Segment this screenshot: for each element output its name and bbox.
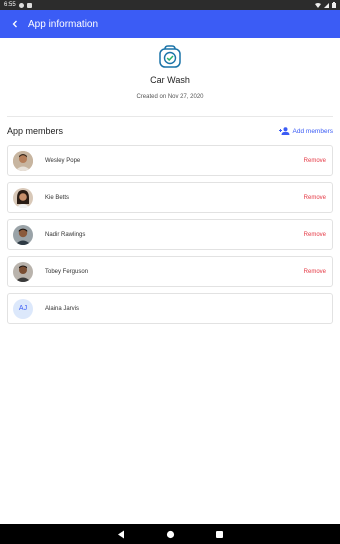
member-name: Wesley Pope	[45, 157, 81, 164]
storage-icon	[26, 2, 32, 8]
members-header: App members Add members	[7, 124, 333, 138]
add-members-button[interactable]: Add members	[278, 127, 333, 135]
remove-button[interactable]: Remove	[304, 269, 326, 275]
person-photo-icon	[13, 187, 33, 208]
home-circle-icon[interactable]	[166, 530, 175, 539]
member-name: Kie Betts	[45, 194, 70, 201]
status-time: 6:55	[4, 2, 16, 8]
member-row[interactable]: AJ Alaina Jarvis	[7, 293, 333, 324]
battery-icon	[332, 2, 336, 8]
avatar	[13, 224, 33, 245]
remove-button[interactable]: Remove	[304, 158, 326, 164]
divider	[7, 116, 333, 117]
navigation-bar	[0, 524, 340, 544]
avatar-initials: AJ	[13, 298, 33, 319]
member-name: Nadir Rawlings	[45, 231, 86, 238]
remove-button[interactable]: Remove	[304, 195, 326, 201]
wifi-icon	[315, 2, 321, 8]
app-bar: App information	[0, 10, 340, 38]
person-photo-icon	[13, 150, 33, 171]
member-name: Tobey Ferguson	[45, 268, 89, 275]
avatar	[13, 261, 33, 282]
recents-square-icon[interactable]	[215, 530, 224, 539]
add-members-label: Add members	[292, 127, 333, 135]
avatar	[13, 187, 33, 208]
created-date: Created on Nov 27, 2020	[136, 94, 204, 100]
status-bar: 6:55	[0, 0, 340, 10]
car-wash-app-icon	[159, 45, 181, 68]
member-row[interactable]: Wesley Pope Remove	[7, 145, 333, 176]
member-list: Wesley Pope Remove Kie Betts Remove Nadi…	[7, 145, 333, 330]
add-person-icon	[278, 127, 290, 135]
member-row[interactable]: Tobey Ferguson Remove	[7, 256, 333, 287]
avatar	[13, 150, 33, 171]
page-title: App information	[28, 18, 99, 30]
member-name: Alaina Jarvis	[45, 305, 80, 312]
app-name: Car Wash	[150, 75, 190, 85]
member-row[interactable]: Nadir Rawlings Remove	[7, 219, 333, 250]
app-header: Car Wash Created on Nov 27, 2020	[0, 44, 340, 100]
back-button[interactable]	[8, 17, 22, 31]
member-row[interactable]: Kie Betts Remove	[7, 182, 333, 213]
back-triangle-icon[interactable]	[117, 530, 126, 539]
signal-icon	[324, 2, 329, 8]
person-photo-icon	[13, 261, 33, 282]
notification-icon	[18, 2, 24, 8]
remove-button[interactable]: Remove	[304, 232, 326, 238]
members-title: App members	[7, 126, 64, 136]
person-photo-icon	[13, 224, 33, 245]
back-arrow-icon	[12, 20, 17, 28]
